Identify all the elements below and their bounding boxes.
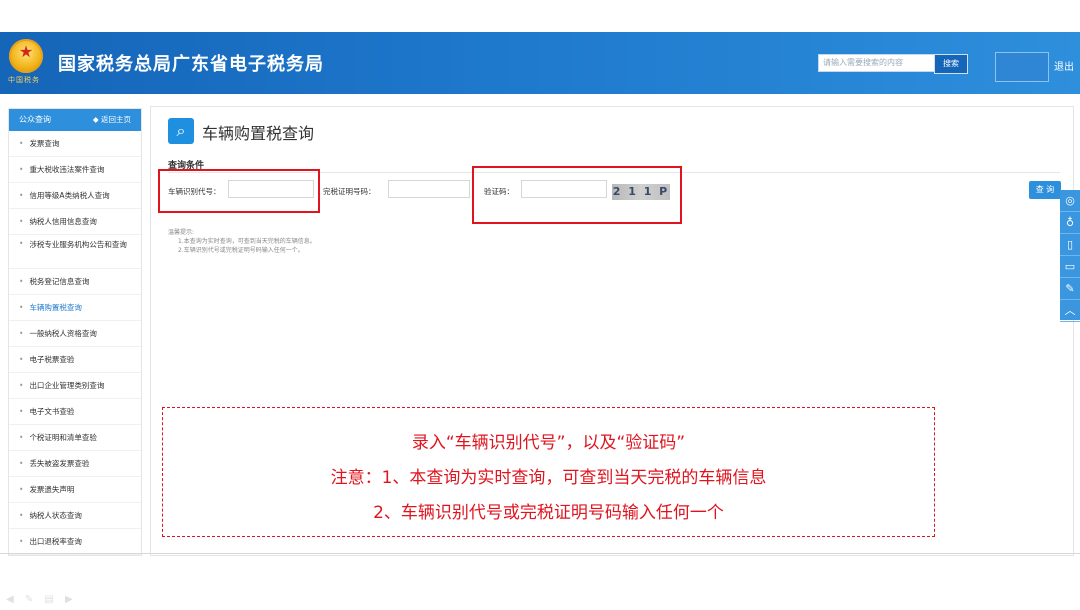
floating-toolbar: ◎ ♁ ▯ ▭ ✎ ︿ [1060,190,1080,322]
sidebar-item[interactable]: • 丢失被盗发票查验 [9,451,141,477]
sidebar-item-label: 出口企业管理类别查询 [29,381,105,390]
sidebar-list: • 发票查询 • 重大税收违法案件查询 • 信用等级A类纳税人查询 • 纳税人信用信息查询 • 涉… [9,131,141,556]
back-home-link[interactable]: ◆ 返回主页 [93,109,131,131]
tablet-icon[interactable]: ▭ [1060,256,1080,278]
bullet-icon: • [19,355,24,364]
sidebar-item[interactable]: • 发票遗失声明 [9,477,141,503]
sidebar-item-label: 发票遗失声明 [29,485,75,494]
sidebar-item-label: 车辆购置税查询 [29,303,82,312]
sidebar-item-label: 纳税人状态查询 [29,511,82,520]
tip-line: 2.车辆识别代号或完税证明号码输入任何一个。 [178,247,304,254]
sidebar-title: 公众查询 [19,115,51,124]
sidebar-item[interactable]: • 出口企业管理类别查询 [9,373,141,399]
sidebar-item-label: 电子税票查验 [29,355,75,364]
sidebar-item[interactable]: • 车辆购置税查询 [9,295,141,321]
sidebar-item-label: 一般纳税人资格查询 [29,329,97,338]
page-title: 车辆购置税查询 [202,124,315,143]
emblem-caption: 中国税务 [8,76,40,84]
tips: 温馨提示: 1.本查询为实时查询，可查到当天完税的车辆信息。 2.车辆识别代号或… [168,228,316,255]
footer-divider [0,553,1080,554]
sidebar-item[interactable]: • 纳税人信用信息查询 [9,209,141,235]
sidebar-item-label: 重大税收违法案件查询 [29,165,105,174]
sidebar-item[interactable]: • 信用等级A类纳税人查询 [9,183,141,209]
bullet-icon: • [19,329,24,338]
bullet-icon: • [19,407,24,416]
search-button[interactable]: 搜索 [934,54,968,74]
bullet-icon: • [19,217,24,226]
slide-controls-icon[interactable]: ◀ ✎ ▤ ▶ [6,594,77,605]
bullet-icon: • [19,537,24,546]
annotation-line-1: 录入“车辆识别代号”，以及“验证码” [411,433,686,453]
sidebar-item[interactable]: • 出口退税率查询 [9,529,141,555]
bullet-icon: • [19,485,24,494]
bullet-icon: • [19,165,24,174]
tip-line: 1.本查询为实时查询，可查到当天完税的车辆信息。 [178,238,316,245]
star-icon: ★ [18,42,34,61]
weibo-icon[interactable]: ♁ [1060,212,1080,234]
sidebar-item-label: 出口退税率查询 [29,537,82,546]
annotation-box: 录入“车辆识别代号”，以及“验证码” 注意：1、本查询为实时查询，可查到当天完税… [162,407,935,537]
chat-icon[interactable]: ◎ [1060,190,1080,212]
bullet-icon: • [19,433,24,442]
bullet-icon: • [19,511,24,520]
sidebar-item-label: 个税证明和清单查验 [29,433,97,442]
bullet-icon: • [19,303,24,312]
bullet-icon: • [19,239,24,248]
annotation-line-3: 2、车辆识别代号或完税证明号码输入任何一个 [373,503,724,523]
sidebar-item-label: 税务登记信息查询 [29,277,90,286]
sidebar-item[interactable]: • 一般纳税人资格查询 [9,321,141,347]
feedback-icon[interactable]: ✎ [1060,278,1080,300]
site-title: 国家税务总局广东省电子税务局 [58,54,324,75]
user-info-box[interactable] [995,52,1049,82]
captcha-highlight-box [472,166,682,224]
sidebar-item-label: 丢失被盗发票查验 [29,459,90,468]
search-input[interactable]: 请输入需要搜索的内容 [818,54,938,72]
back-to-top-icon[interactable]: ︿ [1060,300,1080,322]
sidebar-item[interactable]: • 电子文书查验 [9,399,141,425]
sidebar-item[interactable]: • 纳税人状态查询 [9,503,141,529]
site-header: ★ 中国税务 国家税务总局广东省电子税务局 请输入需要搜索的内容 搜索 退出 [0,32,1080,94]
sidebar-item[interactable]: • 个税证明和清单查验 [9,425,141,451]
bullet-icon: • [19,139,24,148]
sidebar-item[interactable]: • 重大税收违法案件查询 [9,157,141,183]
vin-highlight-box [158,169,320,213]
query-button[interactable]: 查 询 [1029,181,1061,199]
sidebar-item[interactable]: • 电子税票查验 [9,347,141,373]
sidebar-header: 公众查询 ◆ 返回主页 [9,109,141,131]
sidebar-item-label: 信用等级A类纳税人查询 [29,191,110,200]
bullet-icon: • [19,381,24,390]
bullet-icon: • [19,277,24,286]
sidebar-item[interactable]: • 发票查询 [9,131,141,157]
sidebar-item-label: 发票查询 [29,139,60,148]
sidebar-item[interactable]: •税务师事务所公告栏 [9,555,141,556]
bullet-icon: • [19,191,24,200]
sidebar: 公众查询 ◆ 返回主页 • 发票查询 • 重大税收违法案件查询 • 信用等级A类纳税人查询… [8,108,142,556]
bullet-icon: • [19,459,24,468]
cert-label: 完税证明号码： [323,187,376,196]
sidebar-item-label: 纳税人信用信息查询 [29,217,97,226]
sidebar-item-label: 涉税专业服务机构公告和查询 [29,240,127,249]
logout-link[interactable]: 退出 [1054,58,1074,73]
sidebar-item[interactable]: • 涉税专业服务机构公告和查询 [9,235,141,269]
tax-emblem-icon: ★ [9,39,43,73]
annotation-line-2: 注意：1、本查询为实时查询，可查到当天完税的车辆信息 [330,468,767,488]
tips-title: 温馨提示: [168,229,195,236]
mobile-icon[interactable]: ▯ [1060,234,1080,256]
search-icon: ⌕ [168,118,194,144]
sidebar-item-label: 电子文书查验 [29,407,75,416]
cert-number-input[interactable] [388,180,470,198]
sidebar-item[interactable]: • 税务登记信息查询 [9,269,141,295]
